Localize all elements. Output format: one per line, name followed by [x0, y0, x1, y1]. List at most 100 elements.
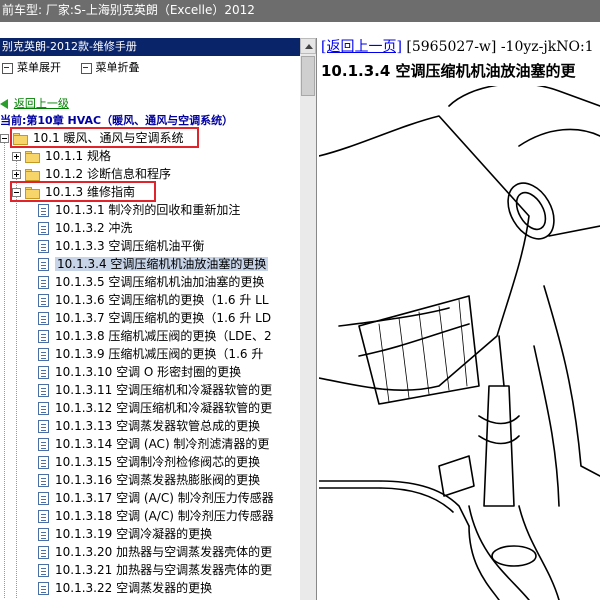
- scroll-up-button[interactable]: [300, 38, 316, 54]
- drain-pipe: [498, 335, 505, 387]
- document-label: 10.1.3.2 冲洗: [55, 221, 133, 235]
- document-icon: [38, 420, 49, 433]
- folder-icon: [25, 150, 41, 163]
- document-item[interactable]: 10.1.3.20 加热器与空调蒸发器壳体的更: [38, 543, 272, 561]
- document-icon: [38, 438, 49, 451]
- upper-housing: [448, 86, 600, 107]
- highlight-box: [10, 127, 199, 148]
- document-icon: [38, 528, 49, 541]
- compressor-illustration: [319, 86, 600, 600]
- scroll-thumb[interactable]: [301, 56, 315, 96]
- document-icon: [38, 474, 49, 487]
- document-label: 10.1.3.9 压缩机减压阀的更换（1.6 升: [55, 347, 264, 361]
- document-item[interactable]: 10.1.3.18 空调 (A/C) 制冷剂压力传感器: [38, 507, 274, 525]
- document-label: 10.1.3.19 空调冷凝器的更换: [55, 527, 213, 541]
- document-item[interactable]: 10.1.3.3 空调压缩机油平衡: [38, 237, 204, 255]
- document-item[interactable]: 10.1.3.7 空调压缩机的更换（1.6 升 LD: [38, 309, 271, 327]
- tree-node-10-1-1[interactable]: 10.1.1 规格: [12, 147, 111, 165]
- document-item[interactable]: 10.1.3.16 空调蒸发器热膨胀阀的更换: [38, 471, 260, 489]
- document-item[interactable]: 10.1.3.6 空调压缩机的更换（1.6 升 LL: [38, 291, 269, 309]
- document-label: 10.1.3.16 空调蒸发器热膨胀阀的更换: [55, 473, 261, 487]
- bracket-edge: [533, 345, 560, 507]
- back-link-row[interactable]: 返回上一级: [0, 94, 69, 112]
- document-item[interactable]: 10.1.3.11 空调压缩机和冷凝器软管的更: [38, 381, 272, 399]
- document-label: 10.1.3.15 空调制冷剂检修阀芯的更换: [55, 455, 261, 469]
- document-item[interactable]: 10.1.3.14 空调 (AC) 制冷剂滤清器的更: [38, 435, 269, 453]
- document-icon: [38, 492, 49, 505]
- document-label: 10.1.3.21 加热器与空调蒸发器壳体的更: [55, 563, 273, 577]
- back-arrow-icon: [0, 98, 8, 109]
- port-boss: [507, 182, 555, 240]
- document-label: 10.1.3.14 空调 (AC) 制冷剂滤清器的更: [55, 437, 270, 451]
- collapse-icon: [80, 62, 92, 74]
- fitting: [438, 455, 475, 497]
- document-label: 10.1.3.4 空调压缩机机油放油塞的更换: [55, 257, 269, 271]
- manual-title: 别克英朗-2012款-维修手册: [0, 38, 300, 56]
- tree-scrollbar[interactable]: [300, 38, 316, 600]
- document-icon: [38, 312, 49, 325]
- upper-housing: [518, 128, 600, 147]
- document-label: 10.1.3.5 空调压缩机机油加油塞的更换: [55, 275, 265, 289]
- document-icon: [38, 330, 49, 343]
- document-item[interactable]: 10.1.3.21 加热器与空调蒸发器壳体的更: [38, 561, 272, 579]
- expand-toggle-icon[interactable]: [12, 152, 21, 161]
- hose: [468, 505, 530, 600]
- document-item[interactable]: 10.1.3.1 制冷剂的回收和重新加注: [38, 201, 240, 219]
- expand-toggle-icon[interactable]: [12, 170, 21, 179]
- document-icon: [38, 240, 49, 253]
- document-label: 10.1.3.7 空调压缩机的更换（1.6 升 LD: [55, 311, 272, 325]
- bracket-edge: [548, 225, 600, 237]
- plug-thread: [478, 415, 520, 425]
- page-header-links: [返回上一页] [5965027-w] -10yz-jkNO:1: [321, 38, 594, 56]
- tree-node-label: 10.1.2 诊断信息和程序: [45, 167, 171, 181]
- lower-line: [468, 525, 500, 600]
- document-item[interactable]: 10.1.3.17 空调 (A/C) 制冷剂压力传感器: [38, 489, 274, 507]
- document-icon: [38, 402, 49, 415]
- document-item[interactable]: 10.1.3.9 压缩机减压阀的更换（1.6 升: [38, 345, 263, 363]
- document-item[interactable]: 10.1.3.15 空调制冷剂检修阀芯的更换: [38, 453, 260, 471]
- tree-toolbar: 菜单展开 菜单折叠: [0, 58, 300, 78]
- document-item[interactable]: 10.1.3.4 空调压缩机机油放油塞的更换: [38, 255, 269, 273]
- document-label: 10.1.3.20 加热器与空调蒸发器壳体的更: [55, 545, 273, 559]
- document-icon: [38, 546, 49, 559]
- document-item[interactable]: 10.1.3.8 压缩机减压阀的更换（LDE、2: [38, 327, 272, 345]
- document-item[interactable]: 10.1.3.5 空调压缩机机油加油塞的更换: [38, 273, 264, 291]
- body-contour: [358, 323, 470, 357]
- chapter-tree: 返回上一级 当前:第10章 HVAC（暖风、通风与空调系统） 10.1 暖风、通…: [0, 94, 300, 600]
- document-label: 10.1.3.11 空调压缩机和冷凝器软管的更: [55, 383, 273, 397]
- document-item[interactable]: 10.1.3.10 空调 O 形密封圈的更换: [38, 363, 241, 381]
- expand-menu-button[interactable]: 菜单展开: [0, 58, 61, 78]
- previous-page-link[interactable]: [返回上一页]: [321, 39, 402, 55]
- document-label: 10.1.3.1 制冷剂的回收和重新加注: [55, 203, 241, 217]
- document-item[interactable]: 10.1.3.19 空调冷凝器的更换: [38, 525, 212, 543]
- collapse-menu-button[interactable]: 菜单折叠: [79, 58, 140, 78]
- collapse-menu-label: 菜单折叠: [95, 61, 140, 74]
- drain-plug-housing: [483, 385, 515, 507]
- folder-icon: [25, 168, 41, 181]
- document-item[interactable]: 10.1.3.22 空调蒸发器的更换: [38, 579, 212, 597]
- tree-guide-line: [16, 156, 17, 598]
- document-item[interactable]: 10.1.3.2 冲洗: [38, 219, 132, 237]
- document-item[interactable]: 10.1.3.13 空调蒸发器软管总成的更换: [38, 417, 260, 435]
- document-icon: [38, 582, 49, 595]
- document-label: 10.1.3.10 空调 O 形密封圈的更换: [55, 365, 242, 379]
- spacer: [0, 22, 600, 38]
- tree-guide-line: [4, 138, 5, 598]
- document-icon: [38, 456, 49, 469]
- collapse-toggle-icon[interactable]: [0, 134, 9, 143]
- document-icon: [38, 258, 49, 271]
- navigation-pane: 别克英朗-2012款-维修手册 菜单展开 菜单折叠 返回上一级 当前:第10章 …: [0, 38, 316, 600]
- vehicle-info-bar: 前车型: 厂家:S-上海别克英朗（Excelle）2012: [0, 0, 600, 22]
- document-icon: [38, 510, 49, 523]
- document-item[interactable]: 10.1.3.12 空调压缩机和冷凝器软管的更: [38, 399, 272, 417]
- document-icon: [38, 564, 49, 577]
- expand-icon: [2, 62, 13, 74]
- document-label: 10.1.3.12 空调压缩机和冷凝器软管的更: [55, 401, 273, 415]
- document-icon: [38, 276, 49, 289]
- back-link[interactable]: 返回上一级: [14, 97, 69, 110]
- document-label: 10.1.3.3 空调压缩机油平衡: [55, 239, 205, 253]
- document-label: 10.1.3.8 压缩机减压阀的更换（LDE、2: [55, 329, 272, 343]
- document-label: 10.1.3.18 空调 (A/C) 制冷剂压力传感器: [55, 509, 274, 523]
- tree-node-label: 10.1.1 规格: [45, 149, 111, 163]
- document-label: 10.1.3.6 空调压缩机的更换（1.6 升 LL: [55, 293, 269, 307]
